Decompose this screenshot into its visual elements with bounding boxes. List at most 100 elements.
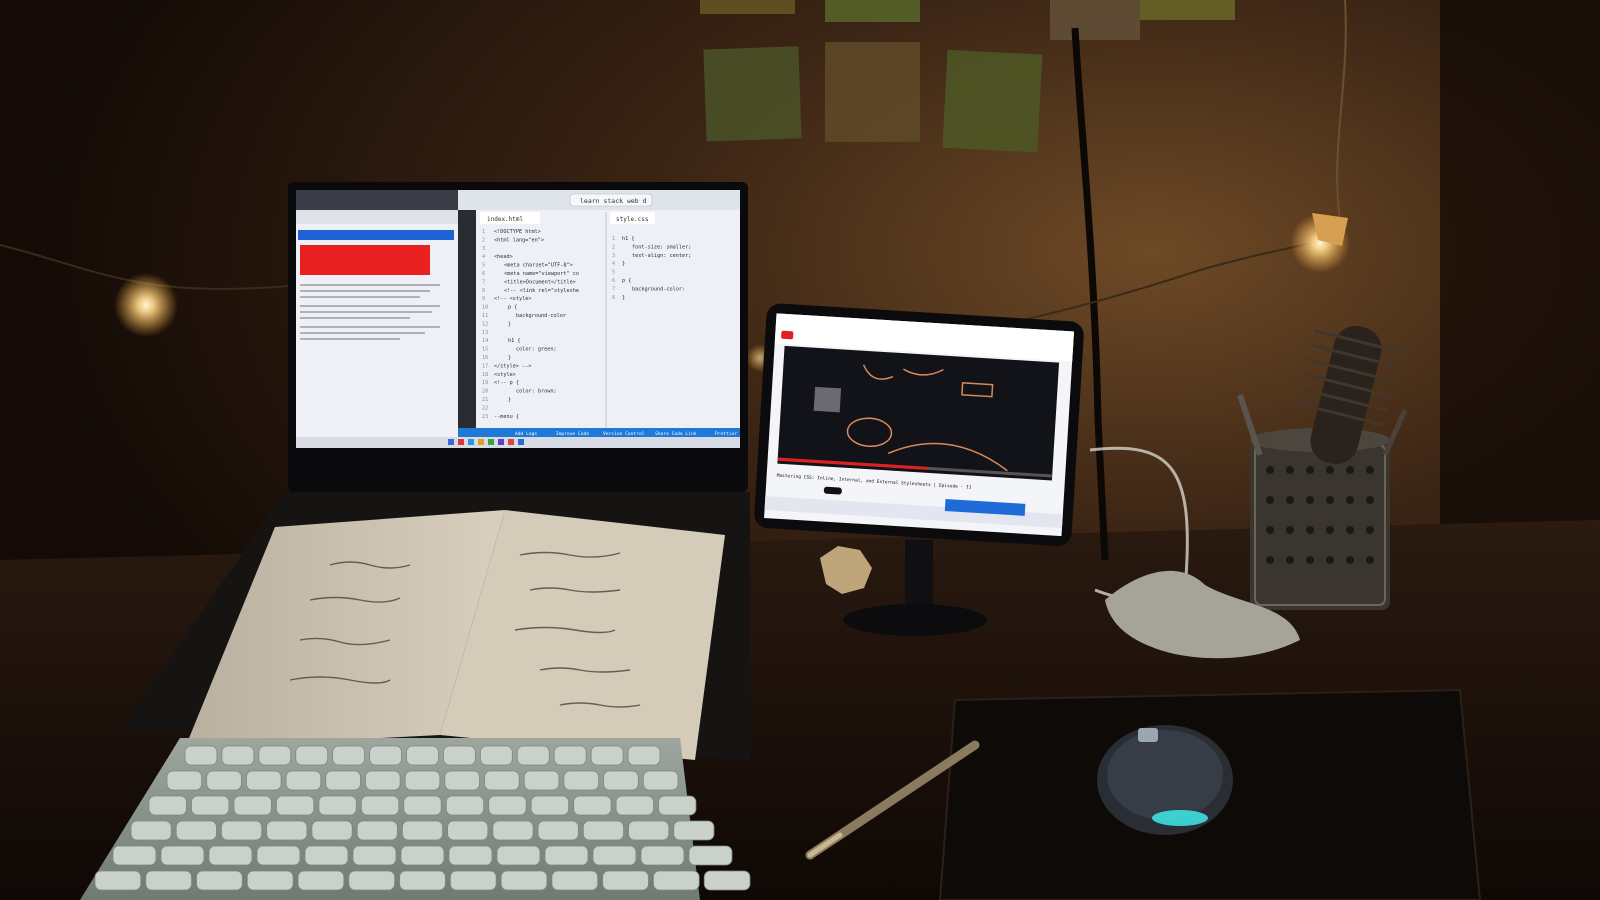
keyboard-key [256, 845, 301, 866]
keyboard-key [311, 820, 353, 841]
html-code-line: p { [508, 305, 517, 311]
keyboard-key [544, 845, 589, 866]
keyboard-key [403, 795, 442, 816]
keyboard-key [551, 870, 599, 891]
keyboard-key [295, 745, 329, 766]
keyboard-key [516, 745, 550, 766]
keyboard-key [523, 770, 560, 791]
status-item[interactable]: Version Control [603, 431, 645, 437]
keyboard-key [196, 870, 243, 891]
keyboard-key [443, 745, 476, 766]
status-item[interactable]: Prettier [715, 431, 737, 437]
keyboard-key [628, 820, 670, 841]
html-code-line: <title>Document</title> [504, 279, 576, 285]
html-code-line: <!-- <style> [494, 296, 531, 302]
keyboard-key [285, 770, 322, 791]
keyboard-key [703, 870, 751, 891]
html-code-line: --menu { [494, 414, 519, 420]
keyboard-key [592, 845, 637, 866]
keyboard-key [582, 820, 624, 841]
css-line-number: 7 [612, 286, 615, 292]
keyboard-key [553, 745, 587, 766]
html-code-line: <style> [494, 372, 516, 378]
keyboard-key [208, 845, 253, 866]
keyboard-key [688, 845, 733, 866]
keyboard-key [448, 845, 493, 866]
html-code-line: </style> --> [494, 363, 531, 369]
line-number: 21 [482, 397, 488, 403]
keyboard-key [447, 820, 489, 841]
line-number: 7 [482, 279, 485, 285]
css-code-line: } [622, 261, 625, 267]
keyboard-key [221, 745, 255, 766]
css-line-number: 2 [612, 244, 615, 250]
keyboard-key [166, 770, 203, 791]
keyboard-key [406, 745, 439, 766]
html-code-line: <meta charset="UTF-8"> [504, 263, 573, 269]
html-code-line: } [508, 355, 511, 361]
line-number: 5 [482, 263, 485, 269]
vscode-activity-bar [458, 210, 476, 430]
line-number: 16 [482, 355, 488, 361]
line-number: 3 [482, 246, 485, 252]
status-item[interactable]: Share Code Link [655, 431, 697, 437]
html-code-line: <html lang="en"> [494, 237, 544, 243]
keyboard-key [658, 795, 697, 816]
keyboard-key [275, 795, 315, 816]
css-code-line: font-size: smaller; [632, 244, 691, 250]
html-code-line: <meta name="viewport" co [504, 271, 579, 277]
html-code-line: } [508, 397, 511, 403]
css-line-number: 3 [612, 253, 615, 259]
keyboard-key [537, 820, 579, 841]
css-code-line: p { [622, 278, 631, 284]
tablet-stand-pole [905, 540, 933, 610]
keyboard-key [304, 845, 349, 866]
keyboard-key [325, 770, 361, 791]
line-number: 13 [482, 330, 488, 336]
keyboard-key [399, 870, 446, 891]
keyboard-key [496, 845, 541, 866]
line-number: 2 [482, 237, 485, 243]
keyboard-key [206, 770, 242, 791]
keyboard-key [484, 770, 520, 791]
line-number: 6 [482, 271, 485, 277]
vscode-status-bar [458, 428, 740, 437]
html-code-line: color: green; [516, 347, 557, 353]
keyboard-key [297, 870, 345, 891]
keyboard-key [112, 845, 157, 866]
fairy-light-left [114, 273, 178, 337]
css-line-number: 4 [612, 261, 615, 267]
line-number: 4 [482, 254, 485, 260]
keyboard-key [184, 745, 218, 766]
browser-tabbar [296, 190, 458, 210]
line-number: 11 [482, 313, 488, 319]
keyboard-key [148, 795, 187, 816]
status-item[interactable]: Add Logs [515, 431, 537, 437]
line-number: 8 [482, 288, 485, 294]
html-code-line: <head> [494, 254, 513, 260]
keyboard-key [145, 870, 192, 891]
line-number: 20 [482, 389, 488, 395]
css-line-number: 5 [612, 270, 615, 276]
keyboard [80, 738, 751, 900]
keyboard-key [246, 870, 294, 891]
keyboard-key [130, 820, 172, 841]
keyboard-key [369, 745, 402, 766]
keyboard-key [642, 770, 679, 791]
keyboard-key [500, 870, 548, 891]
line-number: 12 [482, 321, 488, 327]
status-item[interactable]: Improve Code [556, 431, 589, 437]
keyboard-key [360, 795, 400, 816]
html-code-line: <!-- p { [494, 380, 519, 386]
keyboard-key [400, 845, 445, 866]
line-number: 14 [482, 338, 488, 344]
css-line-number: 1 [612, 236, 615, 242]
line-number: 1 [482, 229, 485, 235]
subscribe-button[interactable] [823, 486, 842, 495]
keyboard-key [365, 770, 401, 791]
keyboard-key [332, 745, 366, 766]
keyboard-key [348, 870, 396, 891]
html-code-line: <!DOCTYPE html> [494, 229, 541, 235]
line-number: 17 [482, 363, 488, 369]
line-number: 22 [482, 405, 488, 411]
